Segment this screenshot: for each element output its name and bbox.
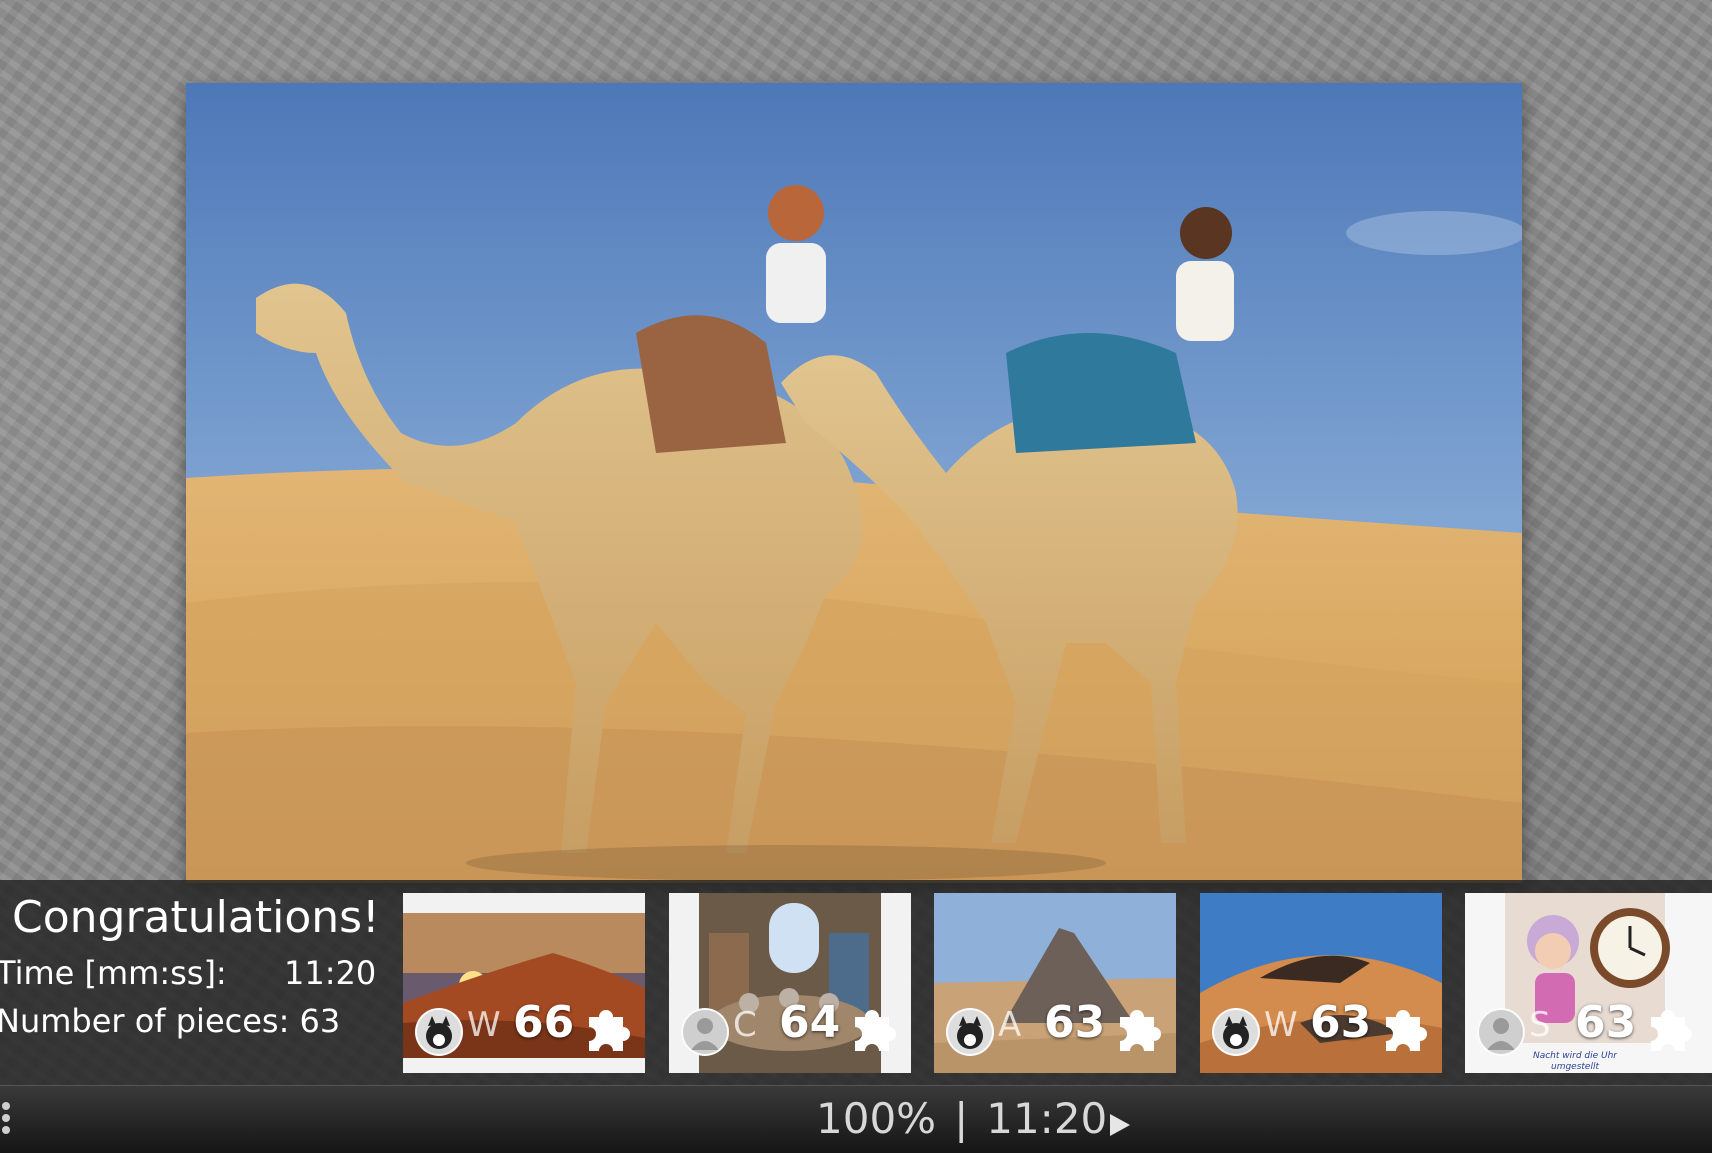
piece-count: 64 bbox=[779, 997, 841, 1048]
thumbnail-caption: Nacht wird die Uhr umgestellt bbox=[1532, 1051, 1618, 1072]
puzzle-piece-icon bbox=[1386, 1010, 1427, 1051]
author-initial: A bbox=[998, 1005, 1022, 1045]
default-user-avatar-icon bbox=[681, 1008, 729, 1056]
puzzle-piece-icon bbox=[1120, 1010, 1161, 1051]
completion-summary: Congratulations! Time [mm:ss]: 11:20 Num… bbox=[0, 888, 395, 1088]
piece-count: 63 bbox=[1310, 997, 1372, 1048]
default-user-avatar-icon bbox=[1477, 1008, 1525, 1056]
puzzle-piece-icon bbox=[589, 1010, 630, 1051]
status-bar: 100% | 11:20 bbox=[0, 1085, 1712, 1153]
author-initial: C bbox=[733, 1005, 757, 1045]
piece-count: 63 bbox=[1044, 997, 1106, 1048]
puzzle-piece-icon bbox=[855, 1010, 896, 1051]
status-readout: 100% | 11:20 bbox=[816, 1094, 1107, 1143]
menu-dots-icon[interactable] bbox=[0, 1102, 12, 1138]
elapsed-time: 11:20 bbox=[986, 1094, 1108, 1143]
time-row: Time [mm:ss]: 11:20 bbox=[0, 954, 376, 992]
time-value: 11:20 bbox=[284, 954, 377, 992]
completed-puzzle-image[interactable] bbox=[186, 83, 1522, 883]
author-initial: S bbox=[1529, 1005, 1551, 1045]
next-puzzle-card[interactable]: Nacht wird die Uhr umgestellt S 63 bbox=[1465, 893, 1712, 1073]
play-icon[interactable] bbox=[1108, 1112, 1132, 1138]
zoom-level: 100% bbox=[816, 1094, 937, 1143]
status-separator: | bbox=[954, 1094, 969, 1143]
piece-count: 63 bbox=[1575, 997, 1637, 1048]
cat-avatar-icon bbox=[946, 1008, 994, 1056]
pieces-count: Number of pieces: 63 bbox=[0, 1002, 341, 1040]
author-initial: W bbox=[1264, 1005, 1298, 1045]
puzzle-piece-icon bbox=[1651, 1010, 1692, 1051]
next-puzzle-card[interactable]: W 66 bbox=[403, 893, 645, 1073]
congratulations-heading: Congratulations! bbox=[12, 892, 380, 943]
piece-count: 66 bbox=[513, 997, 575, 1048]
author-initial: W bbox=[467, 1005, 501, 1045]
next-puzzle-card[interactable]: W 63 bbox=[1200, 893, 1442, 1073]
cat-avatar-icon bbox=[1212, 1008, 1260, 1056]
time-label: Time [mm:ss]: bbox=[0, 954, 227, 992]
cat-avatar-icon bbox=[415, 1008, 463, 1056]
next-puzzle-card[interactable]: A 63 bbox=[934, 893, 1176, 1073]
next-puzzle-card[interactable]: C 64 bbox=[669, 893, 911, 1073]
